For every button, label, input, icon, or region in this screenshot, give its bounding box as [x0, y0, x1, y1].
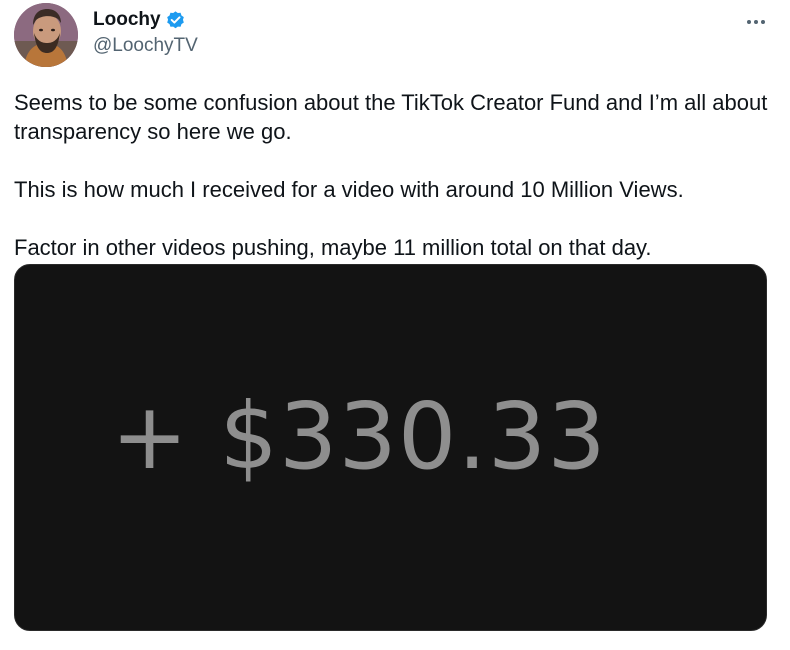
more-options-button[interactable]: [740, 12, 772, 32]
more-options-icon-dot: [761, 20, 765, 24]
more-options-icon: [747, 20, 751, 24]
tweet-paragraph: This is how much I received for a video …: [14, 177, 684, 202]
author-handle[interactable]: @LoochyTV: [93, 34, 198, 58]
earnings-amount: + $330.33: [111, 383, 607, 490]
more-options-icon-dot: [754, 20, 758, 24]
author-display-name[interactable]: Loochy: [93, 8, 161, 32]
verified-badge-icon: [165, 10, 186, 31]
tweet-text: Seems to be some confusion about the Tik…: [14, 88, 774, 291]
avatar[interactable]: [14, 3, 78, 67]
avatar-image: [14, 3, 78, 67]
tweet-paragraph: Factor in other videos pushing, maybe 11…: [14, 235, 652, 260]
author-info: Loochy @LoochyTV: [93, 8, 198, 58]
author-name-row: Loochy: [93, 8, 198, 32]
tweet-media-image[interactable]: + $330.33: [14, 264, 767, 631]
tweet-card: Loochy @LoochyTV Seems to be some confus…: [0, 0, 790, 650]
tweet-paragraph: Seems to be some confusion about the Tik…: [14, 90, 774, 144]
